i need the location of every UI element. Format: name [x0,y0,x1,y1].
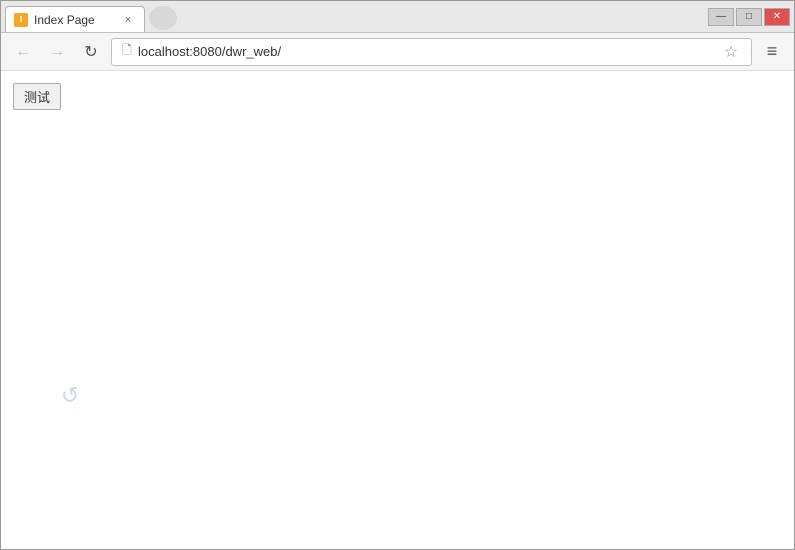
title-bar: I Index Page × — □ ✕ [1,1,794,33]
back-button[interactable]: ← [9,38,37,66]
tab-close-button[interactable]: × [120,12,136,28]
bookmark-star-icon[interactable]: ☆ [719,40,743,64]
tab-favicon: I [14,13,28,27]
minimize-button[interactable]: — [708,8,734,26]
forward-button[interactable]: → [43,38,71,66]
decorative-squiggle: ↺ [59,382,82,411]
address-bar-container[interactable]: 🗋 ☆ [111,38,752,66]
new-tab-button[interactable] [149,6,177,30]
main-menu-button[interactable]: ≡ [758,38,786,66]
browser-window: I Index Page × — □ ✕ ← → ↻ 🗋 ☆ ≡ 测试 ↺ [0,0,795,550]
restore-button[interactable]: □ [736,8,762,26]
tab-title: Index Page [34,13,114,27]
page-security-icon: 🗋 [120,45,134,59]
address-input[interactable] [138,44,715,59]
page-content: 测试 ↺ [1,71,794,549]
tab-area: I Index Page × [1,1,708,32]
navigation-bar: ← → ↻ 🗋 ☆ ≡ [1,33,794,71]
reload-button[interactable]: ↻ [77,38,105,66]
window-controls: — □ ✕ [708,1,794,32]
browser-tab[interactable]: I Index Page × [5,6,145,32]
test-button[interactable]: 测试 [13,83,61,110]
close-window-button[interactable]: ✕ [764,8,790,26]
